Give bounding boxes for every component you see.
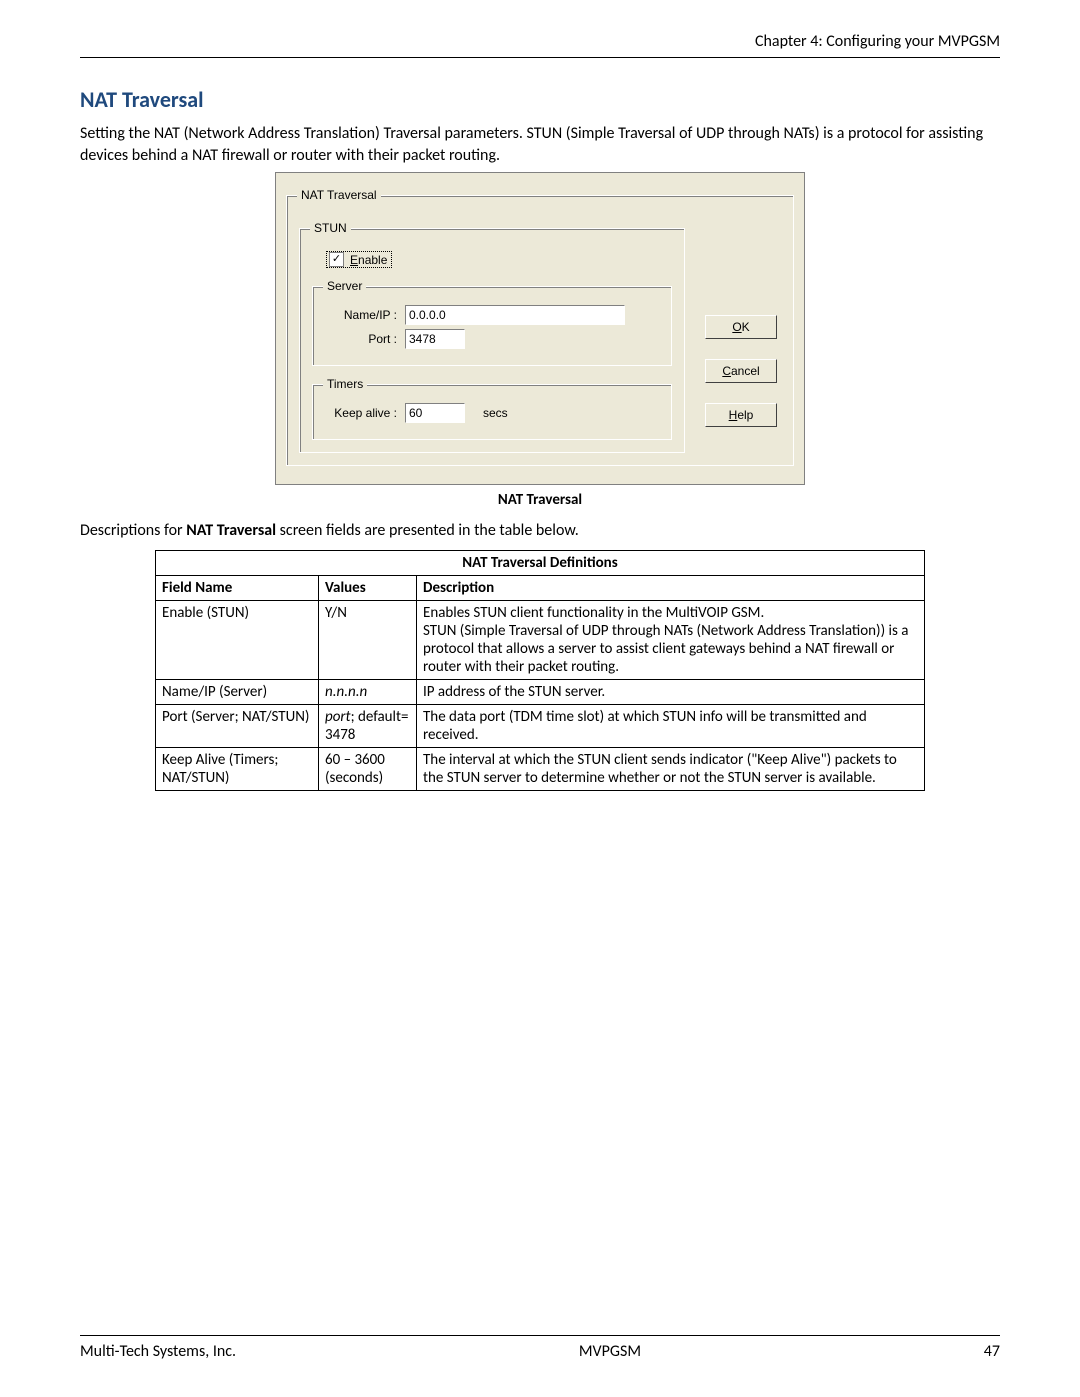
help-rest: elp (737, 408, 753, 422)
cell-field: Name/IP (Server) (156, 680, 319, 705)
keep-alive-unit: secs (483, 406, 508, 420)
section-intro: Setting the NAT (Network Address Transla… (80, 123, 1000, 166)
nat-traversal-dialog: NAT Traversal STUN ✓ Enable (275, 172, 805, 485)
cell-values-ital-first: port (325, 708, 351, 726)
table-intro-post: screen fields are presented in the table… (276, 521, 579, 540)
cell-field: Keep Alive (Timers; NAT/STUN) (156, 748, 319, 791)
cell-description: IP address of the STUN server. (417, 680, 925, 705)
help-button[interactable]: Help (705, 403, 777, 427)
cell-description: The interval at which the STUN client se… (417, 748, 925, 791)
cell-field: Port (Server; NAT/STUN) (156, 705, 319, 748)
port-label: Port : (325, 332, 397, 346)
ok-button[interactable]: OK (705, 315, 777, 339)
ok-rest: K (742, 320, 750, 334)
keep-alive-label: Keep alive : (325, 406, 397, 420)
timers-group-legend: Timers (323, 377, 367, 391)
th-values: Values (319, 576, 417, 601)
figure-caption: NAT Traversal (80, 491, 1000, 509)
th-field: Field Name (156, 576, 319, 601)
nat-traversal-group-legend: NAT Traversal (297, 188, 381, 202)
ok-mnemonic: O (732, 320, 741, 334)
table-title: NAT Traversal Definitions (156, 551, 925, 576)
enable-label-rest: nable (358, 253, 387, 267)
th-description: Description (417, 576, 925, 601)
cancel-mnemonic: C (722, 364, 731, 378)
table-intro: Descriptions for NAT Traversal screen fi… (80, 521, 1000, 540)
server-group: Server Name/IP : Port : (312, 286, 672, 366)
cell-values: Y/N (319, 601, 417, 680)
cell-values: 60 – 3600 (seconds) (319, 748, 417, 791)
page-header: Chapter 4: Configuring your MVPGSM (80, 32, 1000, 58)
enable-mnemonic: E (350, 253, 358, 267)
server-group-legend: Server (323, 279, 366, 293)
port-input[interactable] (405, 329, 465, 349)
name-ip-label: Name/IP : (325, 308, 397, 322)
page-footer: Multi-Tech Systems, Inc. MVPGSM 47 (80, 1335, 1000, 1361)
name-ip-input[interactable] (405, 305, 625, 325)
stun-group: STUN ✓ Enable Server Name/IP : (299, 228, 685, 453)
cell-description: Enables STUN client functionality in the… (417, 601, 925, 680)
nat-traversal-group: NAT Traversal STUN ✓ Enable (286, 195, 794, 466)
footer-right: 47 (984, 1342, 1000, 1361)
chapter-title: Chapter 4: Configuring your MVPGSM (755, 32, 1000, 51)
cancel-button[interactable]: Cancel (705, 359, 777, 383)
cancel-rest: ancel (731, 364, 760, 378)
footer-center: MVPGSM (579, 1342, 641, 1361)
table-row: Port (Server; NAT/STUN) port; default= 3… (156, 705, 925, 748)
enable-checkbox[interactable]: ✓ Enable (326, 251, 392, 268)
cell-description: The data port (TDM time slot) at which S… (417, 705, 925, 748)
definitions-table: NAT Traversal Definitions Field Name Val… (155, 550, 925, 791)
section-heading: NAT Traversal (80, 86, 1000, 113)
table-intro-pre: Descriptions for (80, 521, 186, 540)
keep-alive-input[interactable] (405, 403, 465, 423)
footer-left: Multi-Tech Systems, Inc. (80, 1342, 236, 1361)
timers-group: Timers Keep alive : secs (312, 384, 672, 440)
table-row: Enable (STUN) Y/N Enables STUN client fu… (156, 601, 925, 680)
check-icon: ✓ (329, 252, 344, 267)
cell-values: n.n.n.n (319, 680, 417, 705)
table-intro-bold: NAT Traversal (186, 521, 276, 540)
cell-values: port; default= 3478 (319, 705, 417, 748)
cell-field: Enable (STUN) (156, 601, 319, 680)
cell-values-ital: n.n.n.n (325, 683, 367, 701)
stun-group-legend: STUN (310, 221, 351, 235)
table-row: Keep Alive (Timers; NAT/STUN) 60 – 3600 … (156, 748, 925, 791)
table-row: Name/IP (Server) n.n.n.n IP address of t… (156, 680, 925, 705)
